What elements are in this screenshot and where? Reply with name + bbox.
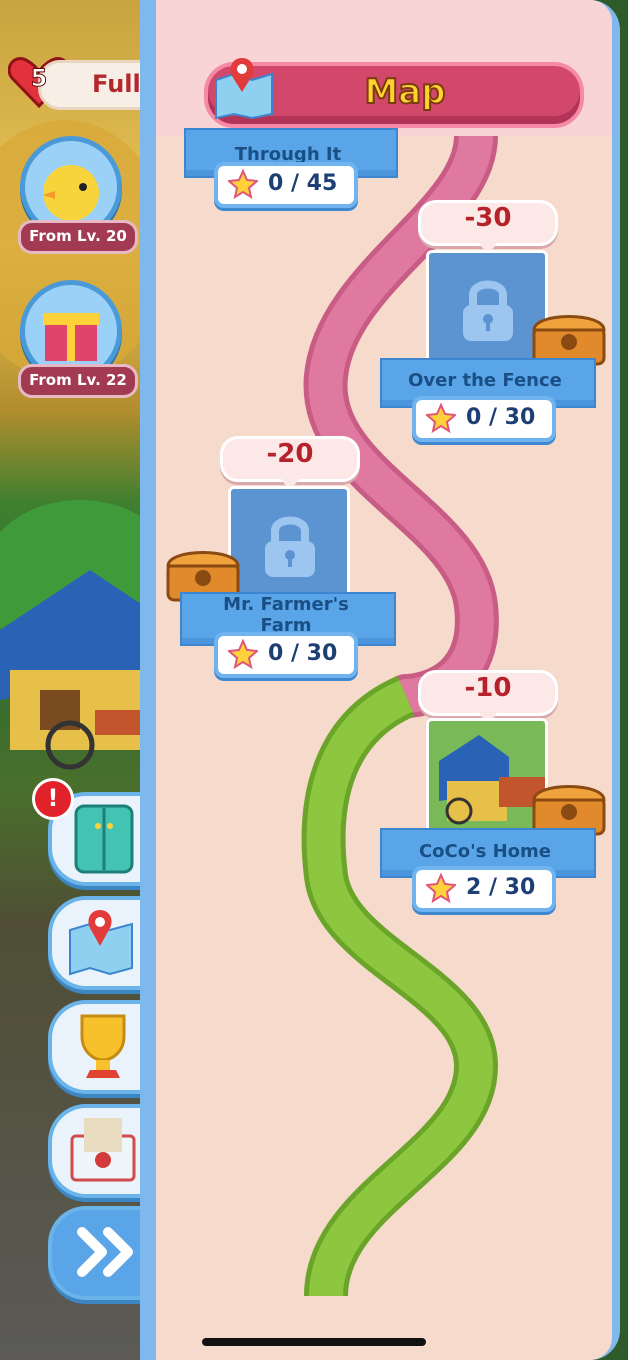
lock-icon [265,516,315,577]
home-indicator[interactable] [202,1338,426,1346]
stage-stars-text-2: 0 / 30 [466,405,536,430]
stage-stars-4[interactable]: 2 / 30 [412,866,556,912]
stage-cost-2: -30 [418,200,558,255]
wardrobe-icon [74,804,134,874]
unlock-level-label-1: From Lv. 20 [18,220,138,254]
fast-forward-icon [77,1227,133,1277]
stage-stars-1[interactable]: 0 / 45 [214,162,358,208]
stage-stars-text-1: 0 / 45 [268,171,338,196]
wardrobe-alert-badge: ! [32,778,74,820]
star-icon [228,169,258,199]
lives-count: 5 [30,64,48,93]
stage-name-3-line1: Mr. Farmer's [223,594,349,615]
map-icon [69,910,133,976]
mail-icon [70,1118,136,1182]
barn-illustration [0,570,150,770]
stage-stars-3[interactable]: 0 / 30 [214,632,358,678]
coco-home-thumbnail [429,721,545,831]
star-icon [426,403,456,433]
stage-name-2: Over the Fence [408,370,562,391]
trophy-icon [80,1014,126,1078]
stage-cost-3: -20 [220,436,360,491]
map-title: Map [363,71,446,113]
unlock-level-label-2: From Lv. 22 [18,364,138,398]
map-pin-icon [215,58,273,120]
stage-stars-text-4: 2 / 30 [466,875,536,900]
lives-status-text: Full [92,70,141,98]
star-icon [426,873,456,903]
stage-card-3[interactable] [228,486,350,602]
stage-name-4: CoCo's Home [418,841,552,862]
star-icon [228,639,258,669]
stage-cost-4: -10 [418,670,558,725]
stage-stars-text-3: 0 / 30 [268,641,338,666]
stage-stars-2[interactable]: 0 / 30 [412,396,556,442]
lock-icon [463,280,513,341]
